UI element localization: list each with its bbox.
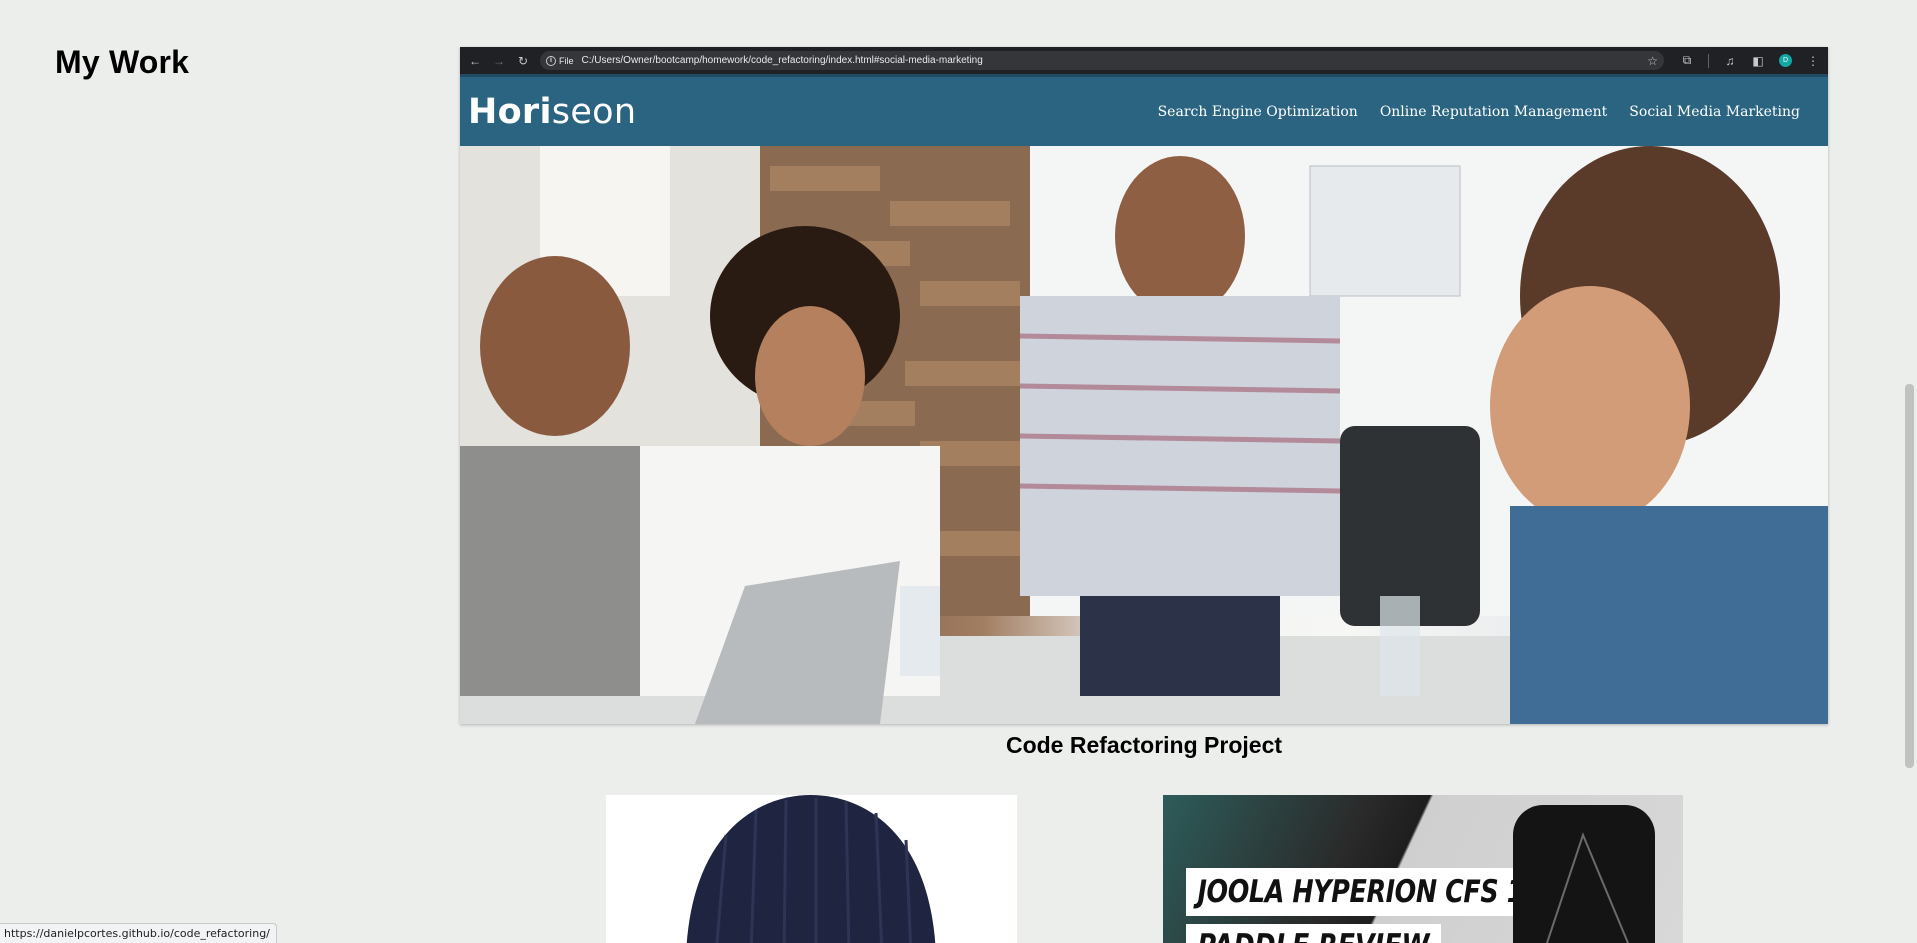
joola-title-line2: PADDLE REVIEW: [1186, 924, 1442, 943]
project-thumbnail-joola[interactable]: JOOLA HYPERION CFS 16 PADDLE REVIEW: [1163, 795, 1683, 943]
site-header: Horiseon Search Engine Optimization Onli…: [460, 74, 1828, 146]
toolbar-divider: [1708, 53, 1709, 68]
site-logo: Horiseon: [468, 92, 636, 132]
bookmark-star-icon: ☆: [1647, 53, 1658, 68]
nav-link-social: Social Media Marketing: [1629, 103, 1800, 120]
hero-image: [460, 146, 1828, 724]
file-chip: i File: [546, 55, 574, 66]
logo-suffix: seon: [551, 91, 637, 132]
site-nav: Search Engine Optimization Online Reputa…: [1158, 104, 1820, 120]
address-url: C:/Users/Owner/bootcamp/homework/code_re…: [581, 55, 983, 66]
section-title: My Work: [55, 44, 190, 80]
status-bar-url: https://danielpcortes.github.io/code_ref…: [0, 923, 277, 943]
info-icon: i: [546, 55, 556, 66]
joola-title-line1: JOOLA HYPERION CFS 16: [1186, 868, 1553, 916]
back-arrow-icon: ←: [469, 53, 481, 68]
nav-link-seo: Search Engine Optimization: [1157, 103, 1358, 120]
scrollbar-thumb[interactable]: [1905, 384, 1914, 768]
menu-kebab-icon: ⋮: [1807, 53, 1819, 68]
profile-avatar: D: [1779, 54, 1792, 67]
file-label: File: [559, 55, 574, 66]
browser-chrome: ← → ↻ i File C:/Users/Owner/bootcamp/hom…: [460, 47, 1828, 74]
beanie-image: [686, 795, 936, 943]
project-thumbnail-beanie[interactable]: [606, 795, 1017, 943]
page-scrollbar[interactable]: [1903, 0, 1917, 943]
media-icon: ♫: [1725, 53, 1735, 68]
logo-prefix: Hori: [468, 91, 552, 132]
project-title: Code Refactoring Project: [1005, 732, 1283, 758]
hero-photo-illustration: [460, 146, 1828, 724]
forward-arrow-icon: →: [493, 53, 505, 68]
address-bar: i File C:/Users/Owner/bootcamp/homework/…: [540, 51, 1664, 70]
reload-icon: ↻: [517, 53, 529, 68]
project-screenshot[interactable]: ← → ↻ i File C:/Users/Owner/bootcamp/hom…: [460, 47, 1828, 724]
nav-link-reputation: Online Reputation Management: [1379, 103, 1608, 120]
extensions-icon: ⧉: [1682, 53, 1692, 67]
side-panel-icon: ◧: [1752, 53, 1764, 68]
